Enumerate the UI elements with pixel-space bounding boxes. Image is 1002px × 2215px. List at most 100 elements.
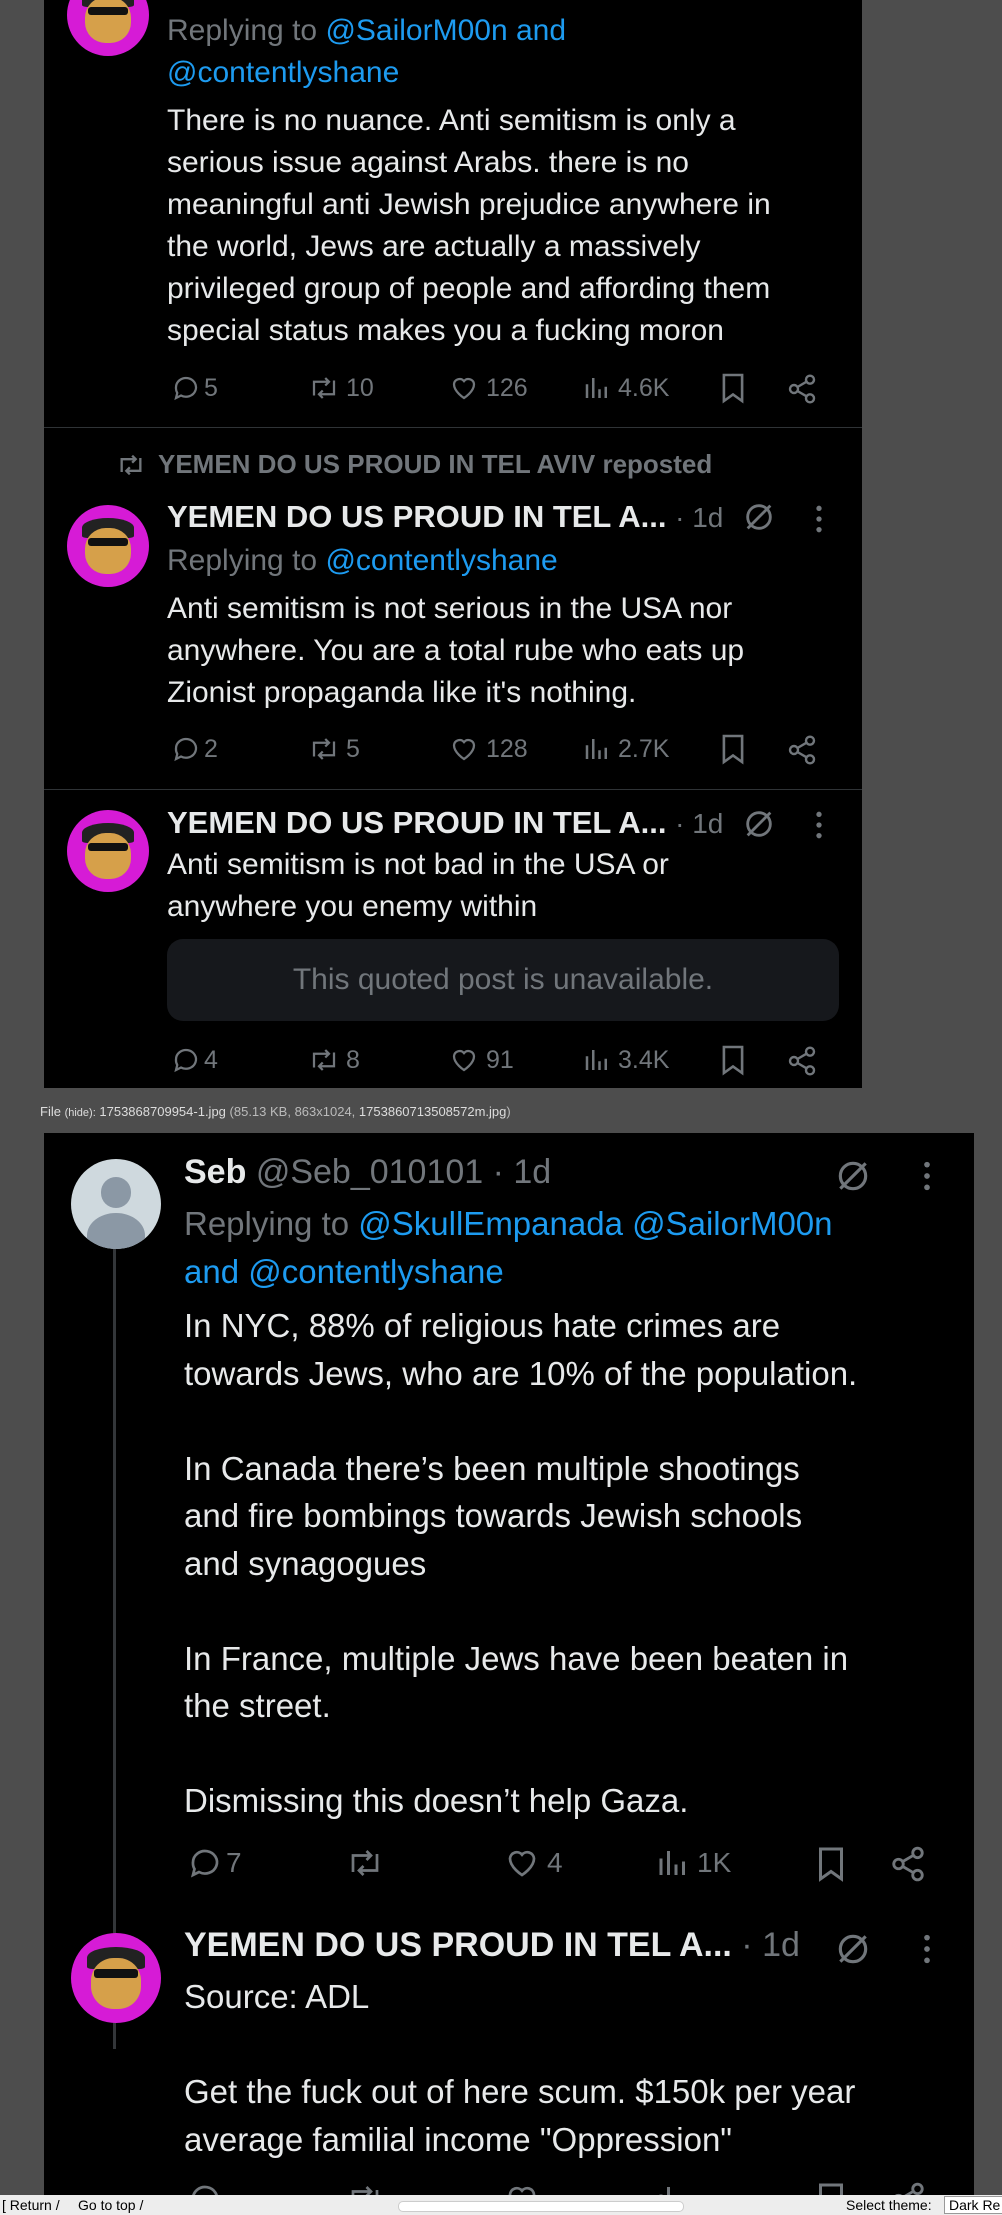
share-icon[interactable]	[889, 1845, 927, 1883]
post-text: There is no nuance. Anti semitism is onl…	[167, 104, 771, 347]
heart-icon	[452, 377, 476, 400]
more-icon[interactable]	[920, 1159, 934, 1193]
post-text: In NYC, 88% of religious hate crimes are…	[184, 1307, 858, 1819]
heart-icon	[508, 1850, 536, 1877]
views-icon[interactable]	[655, 2181, 691, 2195]
mention-link[interactable]: @SkullEmpanada @SailorM00n	[358, 1205, 832, 1242]
mention-link[interactable]: @contentlyshane	[167, 56, 399, 89]
repost-button[interactable]: 10	[306, 373, 374, 403]
avatar[interactable]	[67, 0, 149, 56]
bookmark-icon[interactable]	[816, 1845, 846, 1883]
reply-icon	[190, 1849, 219, 1878]
screenshot-1: Replying to @SailorM00n and @contentlysh…	[44, 0, 862, 1088]
reply-button[interactable]: 5	[170, 373, 218, 403]
share-icon[interactable]	[889, 2181, 927, 2195]
reply-icon[interactable]	[186, 2181, 224, 2195]
replying-to: Replying to @SkullEmpanada @SailorM00n a…	[184, 1205, 833, 1290]
quoted-post-unavailable[interactable]: This quoted post is unavailable.	[167, 939, 839, 1021]
like-button[interactable]: 4	[503, 1845, 563, 1881]
heart-icon	[452, 738, 476, 761]
reply-icon	[174, 1048, 198, 1073]
repost-icon	[312, 738, 336, 760]
like-button[interactable]: 128	[448, 734, 528, 764]
avatar[interactable]	[67, 810, 149, 892]
mention-link[interactable]: @SailorM00n and	[325, 14, 566, 47]
repost-button[interactable]: 5	[306, 734, 360, 764]
views-icon	[585, 739, 607, 759]
scrollbar-thumb[interactable]	[398, 2201, 684, 2212]
like-button[interactable]: 91	[448, 1045, 514, 1075]
more-icon[interactable]	[812, 809, 826, 841]
reply-button[interactable]: 2	[170, 734, 218, 764]
grok-icon[interactable]	[742, 807, 776, 841]
views-button[interactable]: 4.6K	[582, 373, 669, 403]
post-header: YEMEN DO US PROUD IN TEL A... · 1d	[184, 1926, 800, 1965]
file-caption: File (hide): 1753868709954-1.jpg (85.13 …	[40, 1104, 511, 1119]
post-header: Seb @Seb_010101 · 1d	[184, 1153, 551, 1192]
replying-to: Replying to @contentlyshane	[167, 544, 558, 577]
hide-link[interactable]: (hide):	[65, 1107, 96, 1119]
author-name[interactable]: YEMEN DO US PROUD IN TEL A...	[167, 499, 667, 534]
repost-icon	[312, 1049, 336, 1071]
mention-link[interactable]: @contentlyshane	[248, 1253, 504, 1290]
reply-icon	[174, 376, 198, 401]
divider	[44, 789, 862, 790]
bookmark-icon[interactable]	[720, 1044, 746, 1076]
replying-to: Replying to @SailorM00n and @contentlysh…	[167, 14, 567, 89]
divider	[44, 427, 862, 428]
repost-icon	[312, 377, 336, 399]
mention-link[interactable]: @contentlyshane	[325, 544, 557, 577]
share-icon[interactable]	[786, 734, 818, 766]
grok-icon[interactable]	[742, 500, 776, 534]
views-icon	[585, 1050, 607, 1070]
thread-line	[113, 1249, 116, 2049]
return-link[interactable]: [ Return /	[2, 2197, 60, 2213]
more-icon[interactable]	[920, 1932, 934, 1966]
share-icon[interactable]	[786, 1045, 818, 1077]
bookmark-icon[interactable]	[720, 372, 746, 404]
repost-button[interactable]: 8	[306, 1045, 360, 1075]
author-name[interactable]: Seb	[184, 1153, 246, 1191]
bottom-bar: [ Return / Go to top / Select theme: Dar…	[0, 2195, 1002, 2215]
views-icon	[585, 378, 607, 398]
post-time: · 1d	[675, 808, 724, 839]
post-header: YEMEN DO US PROUD IN TEL A... · 1d	[167, 499, 723, 535]
views-button[interactable]: 2.7K	[582, 734, 669, 764]
heart-icon[interactable]	[503, 2181, 541, 2195]
post-time: · 1d	[741, 1926, 800, 1964]
views-icon	[659, 1851, 685, 1875]
repost-icon[interactable]	[344, 2181, 386, 2195]
file-link[interactable]: 1753868709954-1.jpg	[99, 1104, 226, 1119]
grok-icon[interactable]	[834, 1930, 872, 1968]
post-text: Anti semitism is not serious in the USA …	[167, 592, 745, 709]
select-theme-label: Select theme:	[846, 2197, 932, 2213]
post-header: YEMEN DO US PROUD IN TEL A... · 1d	[167, 805, 723, 841]
post-text: Source: ADL Get the fuck out of here scu…	[184, 1978, 856, 2158]
repost-banner: YEMEN DO US PROUD IN TEL AVIV reposted	[114, 449, 712, 480]
handle-and-time: @Seb_010101 · 1d	[255, 1153, 552, 1191]
avatar[interactable]	[71, 1159, 161, 1249]
avatar[interactable]	[71, 1933, 161, 2023]
repost-icon[interactable]	[344, 1845, 386, 1881]
post-text: Anti semitism is not bad in the USA or a…	[167, 848, 669, 923]
screenshot-2: Seb @Seb_010101 · 1d Replying to @SkullE…	[44, 1133, 974, 2195]
author-name[interactable]: YEMEN DO US PROUD IN TEL A...	[184, 1926, 732, 1964]
bookmark-icon[interactable]	[720, 733, 746, 765]
post-time: · 1d	[675, 502, 724, 533]
more-icon[interactable]	[812, 503, 826, 535]
reply-button[interactable]: 7	[186, 1845, 242, 1881]
bookmark-icon[interactable]	[816, 2181, 846, 2195]
author-name[interactable]: YEMEN DO US PROUD IN TEL A...	[167, 805, 667, 840]
reply-button[interactable]: 4	[170, 1045, 218, 1075]
original-filename[interactable]: 1753860713508572m.jpg	[359, 1104, 506, 1119]
go-to-top-link[interactable]: Go to top /	[78, 2197, 143, 2213]
avatar[interactable]	[67, 505, 149, 587]
like-button[interactable]: 126	[448, 373, 528, 403]
share-icon[interactable]	[786, 373, 818, 405]
views-button[interactable]: 3.4K	[582, 1045, 669, 1075]
theme-select[interactable]: Dark Re	[944, 2196, 1002, 2214]
grok-icon[interactable]	[834, 1157, 872, 1195]
views-button[interactable]: 1K	[655, 1845, 731, 1881]
reply-icon	[174, 737, 198, 762]
heart-icon	[452, 1049, 476, 1072]
